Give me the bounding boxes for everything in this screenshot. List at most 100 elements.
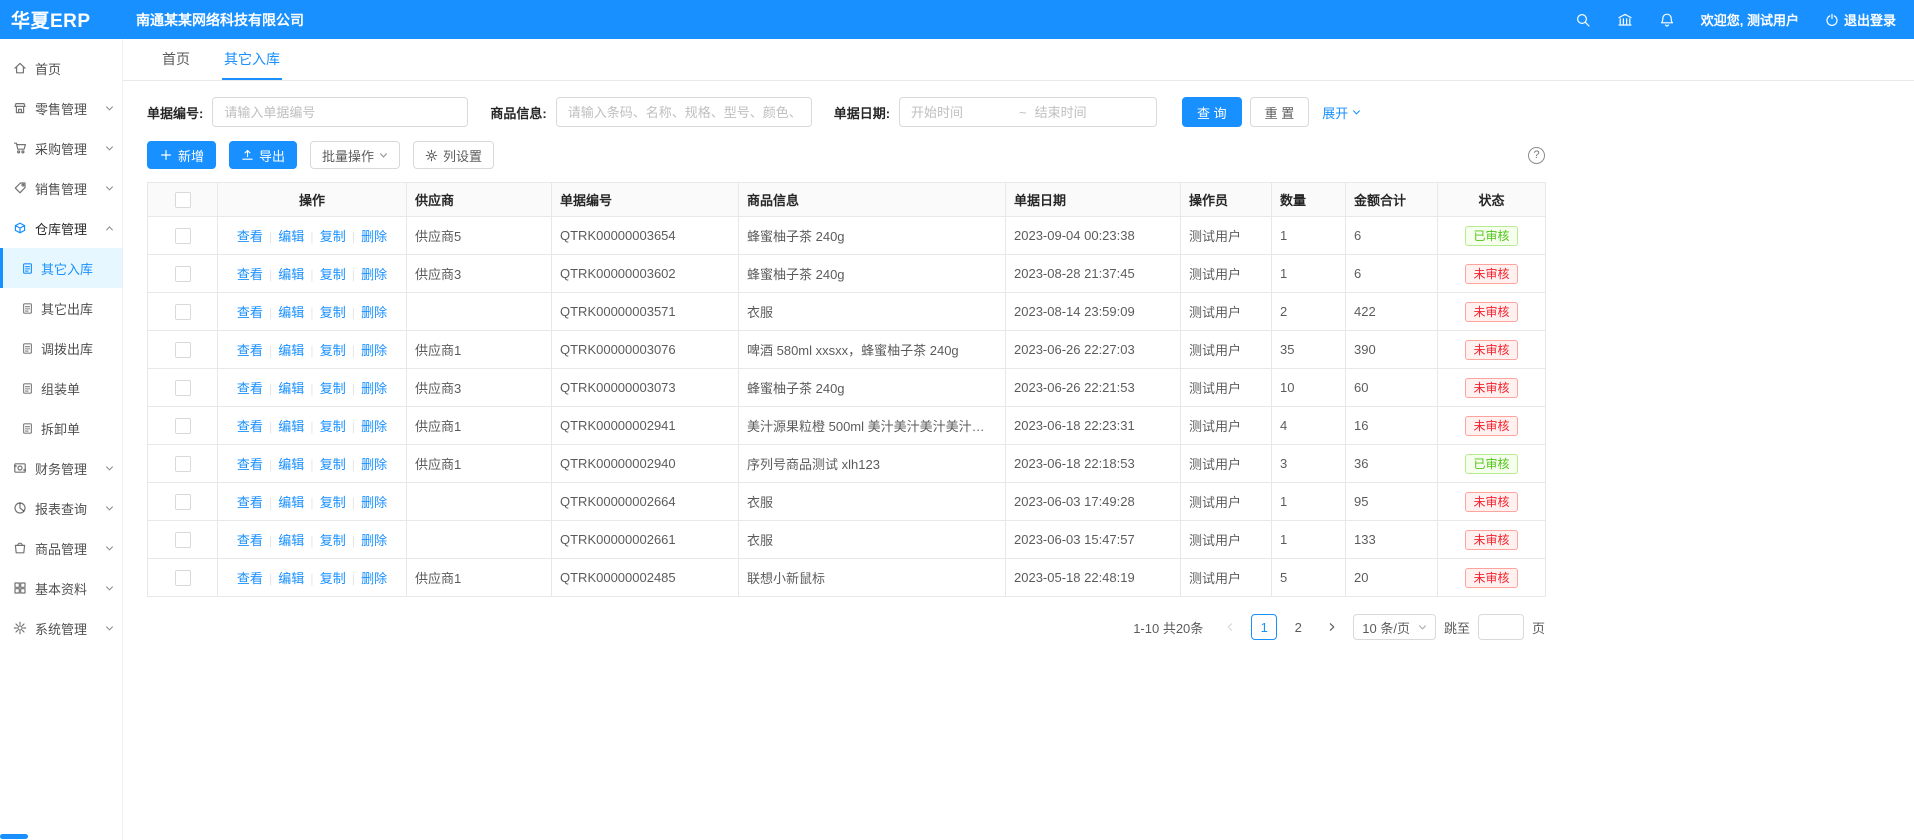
action-edit-link[interactable]: 编辑 [278, 305, 304, 320]
date-range-picker[interactable]: ~ [899, 97, 1157, 127]
tab-other-inbound[interactable]: 其它入库 [222, 39, 282, 80]
scrollbar-thumb[interactable] [0, 834, 28, 839]
page-button-1[interactable]: 1 [1251, 614, 1277, 640]
sidebar-item-销售管理[interactable]: 销售管理 [0, 168, 122, 208]
help-icon[interactable]: ? [1528, 147, 1545, 164]
sidebar-item-报表查询[interactable]: 报表查询 [0, 488, 122, 528]
action-delete-link[interactable]: 删除 [361, 343, 387, 358]
header-actions: 操作 [218, 183, 407, 217]
row-checkbox[interactable] [175, 532, 191, 548]
bell-icon[interactable] [1659, 12, 1675, 28]
action-delete-link[interactable]: 删除 [361, 495, 387, 510]
action-copy-link[interactable]: 复制 [320, 495, 346, 510]
action-copy-link[interactable]: 复制 [320, 571, 346, 586]
action-edit-link[interactable]: 编辑 [278, 495, 304, 510]
welcome-user[interactable]: 欢迎您, 测试用户 [1701, 10, 1799, 29]
action-copy-link[interactable]: 复制 [320, 533, 346, 548]
action-copy-link[interactable]: 复制 [320, 419, 346, 434]
bill-no-input[interactable] [212, 97, 468, 127]
action-delete-link[interactable]: 删除 [361, 571, 387, 586]
product-info-input[interactable] [556, 97, 812, 127]
action-view-link[interactable]: 查看 [237, 381, 263, 396]
action-copy-link[interactable]: 复制 [320, 267, 346, 282]
prev-page-button[interactable] [1217, 614, 1243, 640]
search-icon[interactable] [1575, 12, 1591, 28]
action-view-link[interactable]: 查看 [237, 343, 263, 358]
sidebar-item-基本资料[interactable]: 基本资料 [0, 568, 122, 608]
action-copy-link[interactable]: 复制 [320, 381, 346, 396]
search-button[interactable]: 查 询 [1182, 97, 1242, 127]
gear-icon [425, 149, 438, 162]
sidebar-item-零售管理[interactable]: 零售管理 [0, 88, 122, 128]
action-delete-link[interactable]: 删除 [361, 229, 387, 244]
action-edit-link[interactable]: 编辑 [278, 571, 304, 586]
document-icon [21, 262, 34, 275]
column-settings-button[interactable]: 列设置 [413, 141, 494, 169]
row-checkbox[interactable] [175, 418, 191, 434]
action-view-link[interactable]: 查看 [237, 305, 263, 320]
action-copy-link[interactable]: 复制 [320, 457, 346, 472]
row-checkbox[interactable] [175, 342, 191, 358]
action-edit-link[interactable]: 编辑 [278, 533, 304, 548]
action-view-link[interactable]: 查看 [237, 419, 263, 434]
action-view-link[interactable]: 查看 [237, 533, 263, 548]
logout-button[interactable]: 退出登录 [1825, 10, 1896, 29]
action-view-link[interactable]: 查看 [237, 229, 263, 244]
batch-actions-button[interactable]: 批量操作 [310, 141, 400, 169]
bank-icon[interactable] [1617, 12, 1633, 28]
add-button[interactable]: 新增 [147, 141, 216, 169]
action-view-link[interactable]: 查看 [237, 495, 263, 510]
next-page-button[interactable] [1319, 614, 1345, 640]
action-view-link[interactable]: 查看 [237, 267, 263, 282]
row-checkbox[interactable] [175, 228, 191, 244]
action-view-link[interactable]: 查看 [237, 457, 263, 472]
action-edit-link[interactable]: 编辑 [278, 419, 304, 434]
sidebar-subitem-调拨出库[interactable]: 调拨出库 [0, 328, 122, 368]
sidebar-subitem-组装单[interactable]: 组装单 [0, 368, 122, 408]
action-copy-link[interactable]: 复制 [320, 305, 346, 320]
date-end-input[interactable] [1035, 105, 1135, 120]
action-delete-link[interactable]: 删除 [361, 457, 387, 472]
page-size-select[interactable]: 10 条/页 [1353, 614, 1436, 640]
action-edit-link[interactable]: 编辑 [278, 457, 304, 472]
row-checkbox[interactable] [175, 494, 191, 510]
export-button[interactable]: 导出 [229, 141, 297, 169]
action-copy-link[interactable]: 复制 [320, 229, 346, 244]
row-checkbox[interactable] [175, 380, 191, 396]
action-delete-link[interactable]: 删除 [361, 419, 387, 434]
row-checkbox[interactable] [175, 266, 191, 282]
row-checkbox[interactable] [175, 570, 191, 586]
sidebar-item-系统管理[interactable]: 系统管理 [0, 608, 122, 648]
sidebar-item-财务管理[interactable]: 财务管理 [0, 448, 122, 488]
sidebar-subitem-其它入库[interactable]: 其它入库 [0, 248, 122, 288]
action-separator: | [269, 457, 272, 472]
action-delete-link[interactable]: 删除 [361, 267, 387, 282]
row-checkbox[interactable] [175, 304, 191, 320]
action-view-link[interactable]: 查看 [237, 571, 263, 586]
sidebar-item-仓库管理[interactable]: 仓库管理 [0, 208, 122, 248]
action-delete-link[interactable]: 删除 [361, 381, 387, 396]
row-checkbox[interactable] [175, 456, 191, 472]
sidebar-subitem-拆卸单[interactable]: 拆卸单 [0, 408, 122, 448]
action-edit-link[interactable]: 编辑 [278, 381, 304, 396]
sidebar-item-采购管理[interactable]: 采购管理 [0, 128, 122, 168]
date-start-input[interactable] [911, 105, 1011, 120]
cell-bill_no: QTRK00000002664 [552, 483, 739, 521]
row-actions-cell: 查看|编辑|复制|删除 [218, 521, 407, 559]
action-edit-link[interactable]: 编辑 [278, 267, 304, 282]
sidebar-subitem-其它出库[interactable]: 其它出库 [0, 288, 122, 328]
tab-home[interactable]: 首页 [160, 39, 192, 80]
table-row: 查看|编辑|复制|删除供应商1QTRK00000002941美汁源果粒橙 500… [148, 407, 1546, 445]
page-button-2[interactable]: 2 [1285, 614, 1311, 640]
jump-page-input[interactable] [1478, 614, 1524, 640]
action-edit-link[interactable]: 编辑 [278, 343, 304, 358]
reset-button[interactable]: 重 置 [1250, 97, 1310, 127]
expand-link[interactable]: 展开 [1322, 103, 1361, 122]
action-edit-link[interactable]: 编辑 [278, 229, 304, 244]
sidebar-item-首页[interactable]: 首页 [0, 48, 122, 88]
action-copy-link[interactable]: 复制 [320, 343, 346, 358]
action-delete-link[interactable]: 删除 [361, 533, 387, 548]
select-all-checkbox[interactable] [175, 192, 191, 208]
action-delete-link[interactable]: 删除 [361, 305, 387, 320]
sidebar-item-商品管理[interactable]: 商品管理 [0, 528, 122, 568]
